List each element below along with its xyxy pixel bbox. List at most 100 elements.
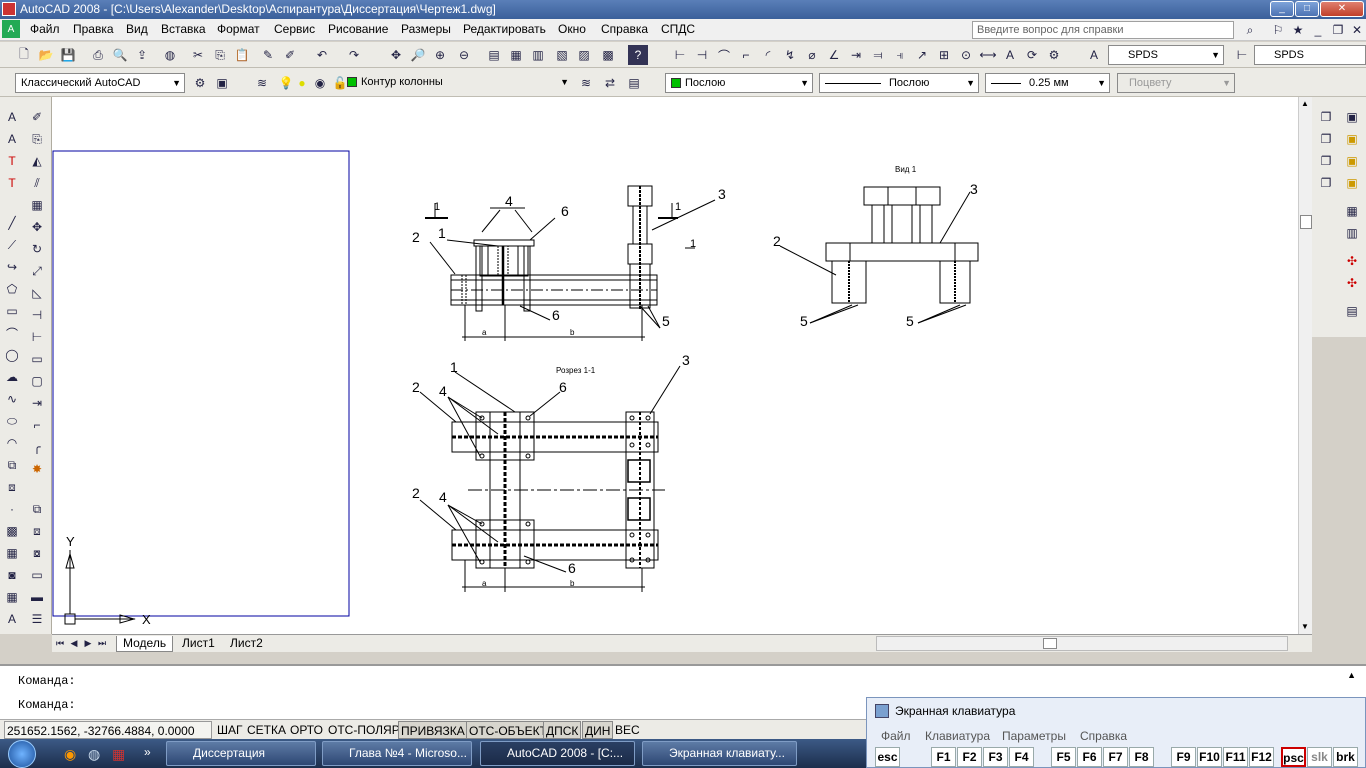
osk-menu-keyboard[interactable]: Клавиатура	[925, 729, 990, 743]
viewport-icon-2[interactable]: ▣	[1342, 129, 1362, 149]
extend-icon[interactable]: ⊢	[27, 327, 47, 347]
arc-icon[interactable]: ⌒	[2, 323, 22, 343]
scale-icon[interactable]: ⤢	[27, 261, 47, 281]
reference-icon-4[interactable]: ✣	[1342, 273, 1362, 293]
key-f7[interactable]: F7	[1103, 747, 1128, 767]
tab-next-icon[interactable]: ▶	[82, 635, 94, 651]
dim-quick-icon[interactable]: ⇥	[846, 45, 866, 65]
cut-icon[interactable]: ✂	[188, 45, 208, 65]
copy-icon[interactable]: ⎘	[210, 45, 230, 65]
tab-last-icon[interactable]: ⏭	[96, 635, 108, 651]
vertical-scrollbar[interactable]: ▲ ▼	[1298, 97, 1312, 634]
dim-radius-icon[interactable]: ◜	[758, 45, 778, 65]
save-icon[interactable]: 💾	[58, 45, 78, 65]
copy-object-icon[interactable]: ⎘	[27, 129, 47, 149]
menu-edit[interactable]: Правка	[73, 22, 114, 36]
dim-style-manager-icon[interactable]: ⊢	[1232, 45, 1252, 65]
make-block-icon[interactable]: ⧈	[2, 477, 22, 497]
snap-toggle[interactable]: ШАГ	[215, 721, 245, 739]
dim-update-icon[interactable]: ⟳	[1022, 45, 1042, 65]
key-f2[interactable]: F2	[957, 747, 982, 767]
dim-edit-icon[interactable]: ⟷	[978, 45, 998, 65]
rectangle-icon[interactable]: ▭	[2, 301, 22, 321]
tolerance-icon[interactable]: ⊞	[934, 45, 954, 65]
dim-arc-icon[interactable]: ⌒	[714, 45, 734, 65]
viewport-icon-1[interactable]: ▣	[1342, 107, 1362, 127]
menu-file[interactable]: Файл	[30, 22, 60, 36]
center-mark-icon[interactable]: ⊙	[956, 45, 976, 65]
reference-icon-3[interactable]: ✣	[1342, 251, 1362, 271]
dyn-toggle[interactable]: ДИН	[582, 721, 614, 739]
view-icon-3[interactable]: ❐	[1316, 151, 1336, 171]
maximize-button[interactable]: □	[1295, 1, 1319, 17]
open-icon[interactable]: 📂	[36, 45, 56, 65]
lineweight-combo[interactable]: 0.25 мм ▼	[985, 73, 1110, 93]
key-f8[interactable]: F8	[1129, 747, 1154, 767]
doc-close-button[interactable]: ✕	[1347, 20, 1366, 40]
rotate-icon[interactable]: ↻	[27, 239, 47, 259]
ucs-face-icon[interactable]: ▭	[27, 565, 47, 585]
dim-text-edit-icon[interactable]: A	[1000, 45, 1020, 65]
text-style-combo[interactable]: SPDS ▼	[1108, 45, 1224, 65]
key-f5[interactable]: F5	[1051, 747, 1076, 767]
osk-menu-settings[interactable]: Параметры	[1002, 729, 1066, 743]
menu-dimension[interactable]: Размеры	[401, 22, 451, 36]
hatch-icon[interactable]: ▩	[2, 521, 22, 541]
key-f6[interactable]: F6	[1077, 747, 1102, 767]
viewport-rectangle[interactable]	[52, 150, 350, 617]
view-icon-1[interactable]: ❐	[1316, 107, 1336, 127]
scroll-thumb[interactable]	[1300, 215, 1312, 229]
array-icon[interactable]: ▦	[27, 195, 47, 215]
pan-icon[interactable]: ✥	[386, 45, 406, 65]
calculator-icon[interactable]: ▩	[598, 45, 618, 65]
help-icon[interactable]: ?	[628, 45, 648, 65]
key-f10[interactable]: F10	[1197, 747, 1222, 767]
drawing-canvas[interactable]: Y X 1 1 1 2 1 4 6 3 6 5 a b Вид 1 2 3 5 …	[52, 97, 1298, 634]
task-word-chapter4[interactable]: Глава №4 - Microso...	[322, 741, 472, 766]
polygon-icon[interactable]: ⬠	[2, 279, 22, 299]
cmd-scroll-up-icon[interactable]: ▲	[1347, 670, 1356, 680]
menu-modify[interactable]: Редактировать	[463, 22, 546, 36]
layer-vp-freeze-icon[interactable]: ◉	[310, 73, 330, 93]
stretch-icon[interactable]: ◺	[27, 283, 47, 303]
circle-icon[interactable]: ◯	[2, 345, 22, 365]
horizontal-scrollbar[interactable]	[876, 636, 1288, 651]
key-f1[interactable]: F1	[931, 747, 956, 767]
ellipse-icon[interactable]: ⬭	[2, 411, 22, 431]
scroll-down-icon[interactable]: ▼	[1301, 622, 1309, 631]
key-brk[interactable]: brk	[1333, 747, 1358, 767]
text-style-icon[interactable]: A	[1084, 45, 1104, 65]
scroll-up-icon[interactable]: ▲	[1301, 99, 1309, 108]
ucs-object-icon[interactable]: ▬	[27, 587, 47, 607]
text-tx-icon[interactable]: T	[2, 173, 22, 193]
zoom-realtime-icon[interactable]: 🔎	[408, 45, 428, 65]
workspace-combo[interactable]: Классический AutoCAD ▼	[15, 73, 185, 93]
menu-view[interactable]: Вид	[126, 22, 148, 36]
dim-style-icon[interactable]: ⚙	[1044, 45, 1064, 65]
coordinates-readout[interactable]: 251652.1562, -32766.4884, 0.0000	[4, 721, 212, 739]
web-icon[interactable]: ◍	[160, 45, 180, 65]
dim-jogged-icon[interactable]: ↯	[780, 45, 800, 65]
layer-freeze-icon[interactable]: ●	[292, 73, 312, 93]
construction-line-icon[interactable]: ⟋	[2, 235, 22, 255]
favorites-icon[interactable]: ★	[1288, 20, 1308, 40]
break-icon[interactable]: ▢	[27, 371, 47, 391]
view-icon-4[interactable]: ❐	[1316, 173, 1336, 193]
help-search-input[interactable]: Введите вопрос для справки	[972, 21, 1234, 39]
paste-icon[interactable]: 📋	[232, 45, 252, 65]
region-icon[interactable]: ◙	[2, 565, 22, 585]
design-center-icon[interactable]: ▦	[506, 45, 526, 65]
osk-menu-help[interactable]: Справка	[1080, 729, 1127, 743]
join-icon[interactable]: ⇥	[27, 393, 47, 413]
start-button[interactable]	[8, 740, 36, 768]
table-icon[interactable]: ▦	[2, 587, 22, 607]
markup-icon[interactable]: ▨	[574, 45, 594, 65]
otrack-toggle[interactable]: ОТС-ОБЪЕКТ	[466, 721, 550, 739]
view-icon-2[interactable]: ❐	[1316, 129, 1336, 149]
key-esc[interactable]: esc	[875, 747, 900, 767]
polar-toggle[interactable]: ОТС-ПОЛЯР	[326, 721, 402, 739]
polyline-icon[interactable]: ↪	[2, 257, 22, 277]
linetype-combo[interactable]: Послою ▼	[819, 73, 979, 93]
close-button[interactable]: ✕	[1320, 1, 1364, 17]
menu-tools[interactable]: Сервис	[274, 22, 315, 36]
